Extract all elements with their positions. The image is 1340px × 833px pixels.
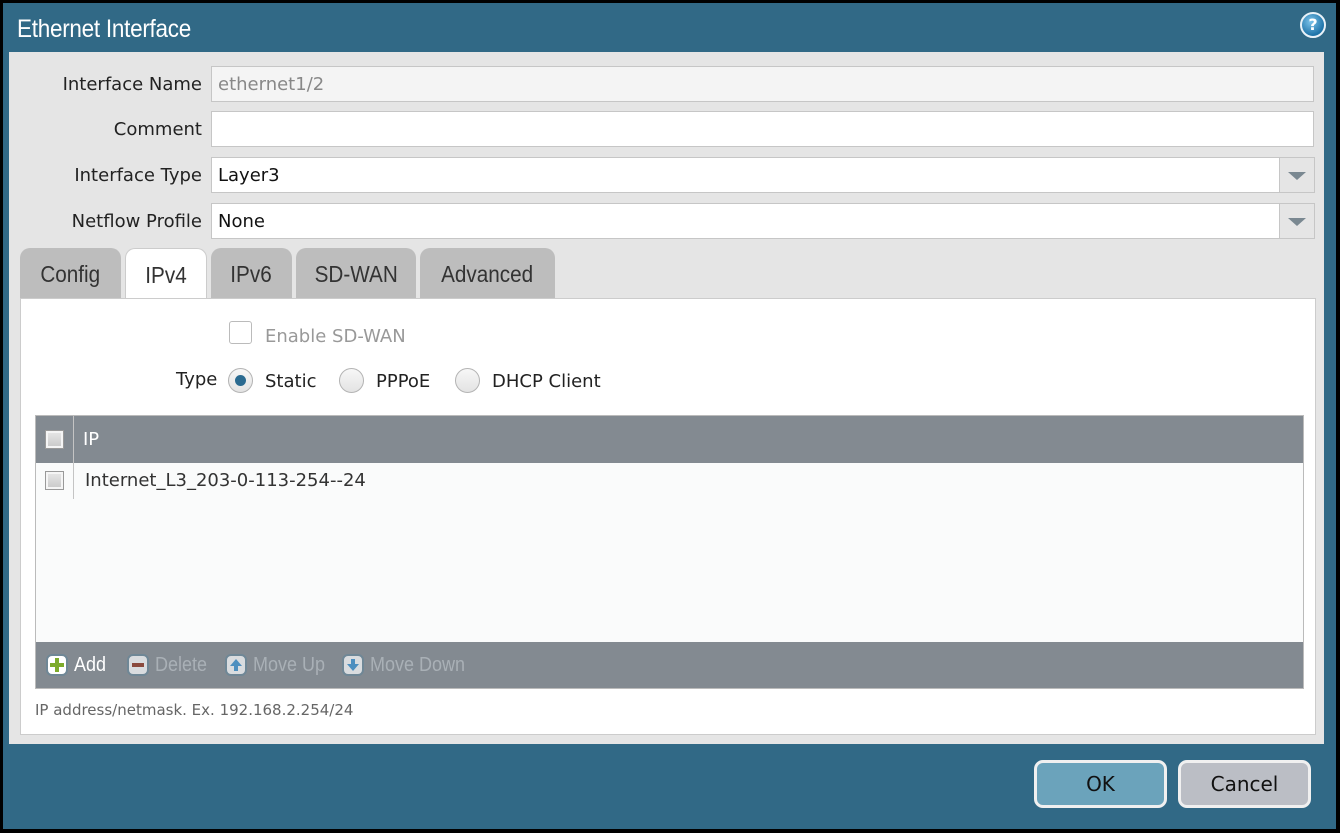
tab-advanced[interactable]: Advanced	[420, 248, 555, 298]
grid-toolbar: Add Delete Move Up Move Down	[36, 642, 1303, 688]
ip-hint-text: IP address/netmask. Ex. 192.168.2.254/24	[35, 701, 354, 719]
tab-ipv6[interactable]: IPv6	[211, 248, 292, 298]
move-up-button[interactable]: Move Up	[225, 652, 333, 678]
help-icon[interactable]: ?	[1300, 12, 1326, 38]
arrow-down-icon	[342, 654, 364, 676]
comment-row: Comment	[9, 111, 1324, 149]
type-pppoe-label[interactable]: PPPoE	[376, 371, 430, 392]
ip-address-grid: IP Internet_L3_203-0-113-254--24 Add Del…	[35, 415, 1304, 689]
interface-type-dropdown-icon[interactable]	[1279, 157, 1315, 193]
add-button[interactable]: Add	[46, 652, 110, 678]
enable-sd-wan-checkbox[interactable]	[229, 321, 252, 344]
interface-name-field[interactable]: ethernet1/2	[211, 66, 1314, 102]
tab-config[interactable]: Config	[20, 248, 121, 298]
move-up-label: Move Up	[253, 653, 326, 676]
row-checkbox[interactable]	[45, 471, 64, 490]
enable-sd-wan-label: Enable SD-WAN	[265, 326, 406, 347]
ip-cell: Internet_L3_203-0-113-254--24	[85, 470, 366, 491]
ipv4-tab-content: Enable SD-WAN Type Static PPPoE DHCP Cli…	[20, 298, 1316, 735]
delete-button[interactable]: Delete	[127, 652, 213, 678]
type-static-radio[interactable]	[228, 368, 253, 393]
tab-sd-wan[interactable]: SD-WAN	[296, 248, 416, 298]
type-dhcp-client-label[interactable]: DHCP Client	[492, 371, 601, 392]
tab-ipv4[interactable]: IPv4	[125, 248, 207, 299]
select-all-checkbox[interactable]	[45, 430, 64, 449]
ip-column-header[interactable]: IP	[83, 429, 99, 450]
tab-ipv4-label: IPv4	[145, 262, 187, 288]
ethernet-interface-dialog: Ethernet Interface ? Interface Name ethe…	[3, 3, 1336, 829]
tab-sd-wan-label: SD-WAN	[314, 261, 398, 287]
tab-ipv6-label: IPv6	[230, 261, 273, 287]
move-down-label: Move Down	[370, 653, 466, 676]
add-label: Add	[74, 653, 107, 676]
interface-type-select[interactable]: Layer3	[211, 157, 1280, 193]
dialog-body: Interface Name ethernet1/2 Comment Inter…	[9, 52, 1324, 744]
ok-button[interactable]: OK	[1034, 760, 1167, 808]
interface-name-label: Interface Name	[62, 74, 202, 95]
table-row[interactable]: Internet_L3_203-0-113-254--24	[36, 463, 1303, 499]
interface-name-row: Interface Name ethernet1/2	[9, 66, 1324, 104]
type-pppoe-radio[interactable]	[339, 368, 364, 393]
tab-config-label: Config	[40, 261, 101, 287]
dialog-title: Ethernet Interface	[17, 15, 192, 43]
tab-advanced-label: Advanced	[441, 261, 534, 287]
arrow-up-icon	[225, 654, 247, 676]
cancel-button[interactable]: Cancel	[1178, 760, 1311, 808]
grid-header: IP	[36, 416, 1303, 463]
netflow-profile-dropdown-icon[interactable]	[1279, 203, 1315, 239]
delete-label: Delete	[155, 653, 208, 676]
plus-icon	[46, 654, 68, 676]
move-down-button[interactable]: Move Down	[342, 652, 476, 678]
interface-type-row: Interface Type Layer3	[9, 157, 1324, 195]
minus-icon	[127, 654, 149, 676]
netflow-profile-row: Netflow Profile None	[9, 203, 1324, 241]
comment-input[interactable]	[211, 111, 1314, 147]
netflow-profile-select[interactable]: None	[211, 203, 1280, 239]
type-dhcp-client-radio[interactable]	[455, 368, 480, 393]
type-static-label[interactable]: Static	[265, 371, 316, 392]
interface-type-label: Interface Type	[74, 165, 202, 186]
comment-label: Comment	[113, 119, 202, 140]
netflow-profile-label: Netflow Profile	[71, 211, 202, 232]
type-label: Type	[176, 369, 218, 390]
